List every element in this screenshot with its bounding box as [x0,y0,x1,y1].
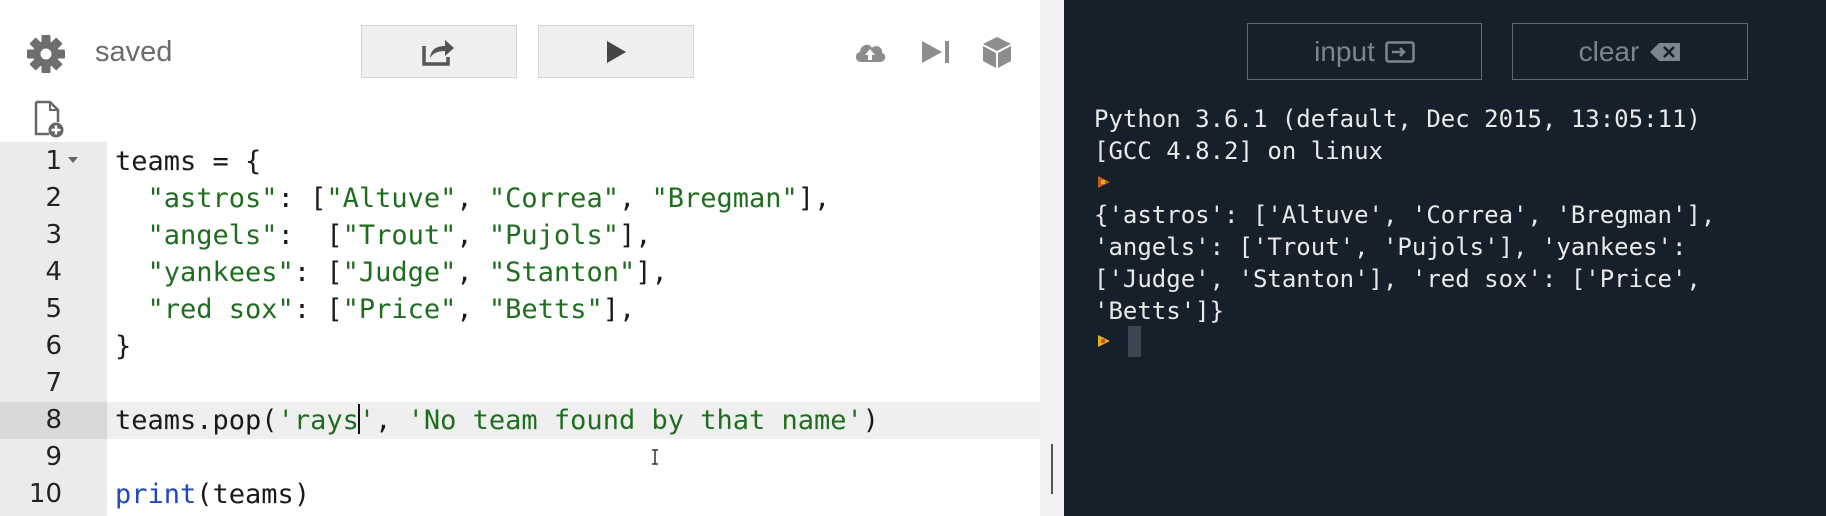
line-number: 4 [45,257,62,287]
share-icon [422,39,454,66]
line-number: 2 [45,183,62,213]
text-cursor [357,404,360,434]
share-button[interactable] [361,25,517,78]
console-input-cursor[interactable] [1128,326,1141,357]
input-icon [1385,40,1415,63]
fold-arrow-icon[interactable] [68,157,78,163]
code-line: teams = { [115,146,262,177]
line-number: 7 [45,368,62,398]
cloud-upload-icon[interactable] [852,34,888,70]
console-output-line: {'astros': ['Altuve', 'Correa', 'Bregman… [1094,201,1716,229]
input-button[interactable]: input [1247,23,1482,80]
run-button[interactable] [538,25,694,78]
code-editor[interactable]: 1 2 3 4 5 6 7 8 9 10 teams = { "astros":… [0,142,1040,516]
gear-icon[interactable] [26,34,66,74]
code-line: "astros": ["Altuve", "Correa", "Bregman"… [147,183,831,214]
line-number: 10 [28,479,62,509]
prompt-icon [1098,335,1110,347]
prompt-icon [1098,176,1110,188]
step-icon[interactable] [918,34,954,70]
console-banner: [GCC 4.8.2] on linux [1094,137,1383,165]
code-line: teams.pop('rays', 'No team found by that… [115,404,880,436]
splitter-handle[interactable] [1051,444,1053,494]
clear-button-label: clear [1578,35,1640,67]
line-number: 5 [45,294,62,324]
clear-icon [1650,42,1681,61]
console-output-line: 'angels': ['Trout', 'Pujols'], 'yankees'… [1094,233,1687,261]
new-file-icon[interactable] [33,100,65,138]
clear-button[interactable]: clear [1512,23,1748,80]
line-number: 3 [45,220,62,250]
code-line: "yankees": ["Judge", "Stanton"], [147,257,668,288]
console-output-line: 'Betts']} [1094,297,1225,325]
pane-splitter[interactable] [1040,0,1064,516]
code-line: "angels": ["Trout", "Pujols"], [147,220,652,251]
input-button-label: input [1314,35,1375,67]
editor-pane: saved 1 2 3 4 5 6 7 8 9 10 teams = {"as… [0,0,1040,516]
code-line: } [115,331,132,362]
save-status: saved [95,36,173,68]
editor-toolbar: saved [0,0,1040,100]
line-number: 8 [45,405,62,435]
code-line: "red sox": ["Price", "Betts"], [147,294,636,325]
package-icon[interactable] [979,34,1015,70]
line-number: 9 [45,442,62,472]
play-icon [607,40,626,63]
line-number: 6 [45,331,62,361]
console-output-line: ['Judge', 'Stanton'], 'red sox': ['Price… [1094,265,1701,293]
console-banner: Python 3.6.1 (default, Dec 2015, 13:05:1… [1094,105,1701,133]
console-pane[interactable]: input clear Python 3.6.1 (default, Dec 2… [1064,0,1826,516]
code-line: print(teams) [115,479,311,510]
mouse-ibeam-icon [652,449,658,465]
line-number: 1 [45,146,62,176]
